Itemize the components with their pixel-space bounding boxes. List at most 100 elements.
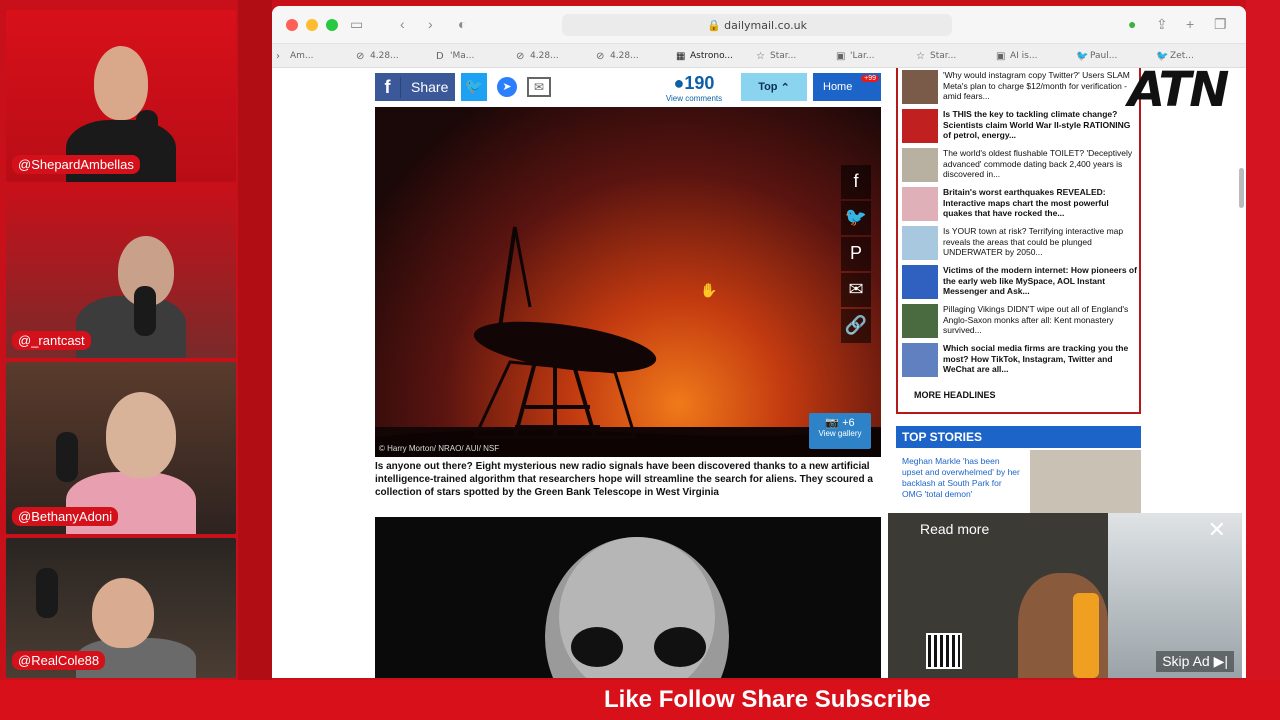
- headlines-panel: 'Why would instagram copy Twitter?' User…: [896, 68, 1141, 414]
- tab-favicon-icon: ⊘: [596, 50, 605, 61]
- top-story-text: Meghan Markle 'has been upset and overwh…: [902, 456, 1020, 499]
- alien-image[interactable]: [375, 517, 881, 678]
- qr-code: [926, 633, 962, 669]
- browser-tab[interactable]: 🐦 Zet...: [1152, 51, 1232, 61]
- zoom-window-button[interactable]: [326, 18, 338, 31]
- webcam-handle: @RealCole88: [12, 651, 106, 670]
- comments-button[interactable]: ●190 View comments: [661, 73, 727, 103]
- scrollbar[interactable]: [1239, 168, 1244, 208]
- lock-icon: 🔒: [706, 18, 725, 32]
- link-icon[interactable]: 🔗: [841, 309, 871, 343]
- headline-item[interactable]: Is THIS the key to tackling climate chan…: [898, 107, 1139, 146]
- share-bar: f Share 🐦 ➤ ✉ ●190 View comments Top ⌃ H…: [375, 73, 881, 103]
- forward-icon[interactable]: ›: [428, 16, 433, 32]
- tab-label: 4.28...: [370, 50, 399, 61]
- headline-item[interactable]: 'Why would instagram copy Twitter?' User…: [898, 68, 1139, 107]
- home-button[interactable]: Home +99: [813, 73, 881, 101]
- headline-item[interactable]: The world's oldest flushable TOILET? 'De…: [898, 146, 1139, 185]
- tab-favicon-icon: ›: [276, 50, 280, 61]
- tab-label: 'Lar...: [850, 50, 875, 61]
- tab-favicon-icon: ☆: [916, 50, 925, 61]
- article-hero-image[interactable]: © Harry Morton/ NRAO/ AUI/ NSF f 🐦 P ✉ 🔗…: [375, 107, 881, 457]
- headline-item[interactable]: Pillaging Vikings DIDN'T wipe out all of…: [898, 302, 1139, 341]
- messenger-icon[interactable]: ➤: [497, 77, 517, 97]
- webpage: f Share 🐦 ➤ ✉ ●190 View comments Top ⌃ H…: [272, 68, 1246, 678]
- tab-favicon-icon: ▣: [836, 50, 846, 61]
- comment-bubble-icon: ●: [673, 73, 685, 93]
- tab-favicon-icon: ⊘: [516, 50, 525, 61]
- back-icon[interactable]: ‹: [400, 16, 405, 32]
- top-stories-header[interactable]: TOP STORIES: [896, 426, 1141, 448]
- browser-tab[interactable]: › Am...: [272, 51, 352, 61]
- gallery-count: +6: [842, 417, 855, 429]
- sidebar-icon[interactable]: ▭: [350, 16, 363, 33]
- headline-item[interactable]: Victims of the modern internet: How pion…: [898, 263, 1139, 302]
- tab-favicon-icon: ▣: [996, 50, 1006, 61]
- close-window-button[interactable]: [286, 18, 298, 31]
- headline-thumbnail: [902, 70, 938, 104]
- browser-tab[interactable]: 🐦 Paul...: [1072, 51, 1152, 61]
- share-icon[interactable]: ⇪: [1156, 16, 1168, 33]
- twitter-icon[interactable]: 🐦: [841, 201, 871, 235]
- tab-favicon-icon: ☆: [756, 50, 765, 61]
- banner-text: Like Follow Share Subscribe: [604, 686, 931, 713]
- image-credit: © Harry Morton/ NRAO/ AUI/ NSF: [379, 444, 500, 453]
- shield-icon[interactable]: ◐: [458, 16, 466, 32]
- headline-thumbnail: [902, 304, 938, 338]
- address-bar[interactable]: 🔒 dailymail.co.uk: [562, 14, 952, 36]
- skip-ad-label: Skip Ad: [1162, 653, 1210, 669]
- tab-label: Star...: [770, 50, 797, 61]
- close-icon[interactable]: ✕: [1208, 519, 1226, 541]
- minimize-window-button[interactable]: [306, 18, 318, 31]
- browser-tab[interactable]: ⊘ 4.28...: [592, 51, 672, 61]
- tab-label: Astrono...: [690, 50, 734, 61]
- browser-window: ▭ ‹ › ◐ 🔒 dailymail.co.uk ● ⇪ + ❐ › Am...…: [272, 6, 1246, 678]
- tab-favicon-icon: ▦: [676, 50, 686, 61]
- share-label: Share: [411, 79, 449, 95]
- comments-count: 190: [684, 73, 715, 93]
- skip-ad-button[interactable]: Skip Ad ▶|: [1156, 651, 1234, 672]
- headline-item[interactable]: Britain's worst earthquakes REVEALED: In…: [898, 185, 1139, 224]
- extension-icon[interactable]: ●: [1128, 16, 1136, 32]
- view-gallery-button[interactable]: 📷 +6 View gallery: [809, 413, 871, 449]
- top-story-card[interactable]: Meghan Markle 'has been upset and overwh…: [896, 450, 1141, 516]
- headline-thumbnail: [902, 226, 938, 260]
- tab-label: Star...: [930, 50, 957, 61]
- email-share-icon[interactable]: ✉: [527, 77, 551, 97]
- headline-item[interactable]: Is YOUR town at risk? Terrifying interac…: [898, 224, 1139, 263]
- gallery-label: View gallery: [818, 429, 862, 438]
- headline-text: Is THIS the key to tackling climate chan…: [943, 109, 1131, 140]
- email-icon[interactable]: ✉: [841, 273, 871, 307]
- tab-label: Am...: [290, 50, 314, 61]
- webcam-handle: @ShepardAmbellas: [12, 155, 140, 174]
- image-caption: Is anyone out there? Eight mysterious ne…: [375, 461, 873, 498]
- browser-tab[interactable]: ☆ Star...: [752, 51, 832, 61]
- browser-tab[interactable]: ⊘ 4.28...: [352, 51, 432, 61]
- browser-tab[interactable]: D 'Ma...: [432, 51, 512, 61]
- twitter-share-button[interactable]: 🐦: [461, 73, 487, 101]
- url-text: dailymail.co.uk: [724, 18, 808, 32]
- read-more-link[interactable]: Read more: [920, 521, 989, 537]
- browser-tab[interactable]: ▦ Astrono...: [672, 51, 752, 61]
- browser-tab[interactable]: ▣ 'Lar...: [832, 51, 912, 61]
- facebook-share-button[interactable]: f Share: [375, 73, 455, 101]
- webcam-handle: @_rantcast: [12, 331, 91, 350]
- webcam-3: @BethanyAdoni: [6, 362, 236, 534]
- browser-tab[interactable]: ☆ Star...: [912, 51, 992, 61]
- more-headlines-link[interactable]: MORE HEADLINES: [914, 390, 996, 400]
- headline-thumbnail: [902, 187, 938, 221]
- tab-overview-icon[interactable]: ❐: [1214, 16, 1227, 33]
- browser-tab[interactable]: ▣ AI is...: [992, 51, 1072, 61]
- stream-background-stripe: [238, 0, 272, 680]
- chevron-up-icon: ⌃: [780, 81, 790, 94]
- browser-tab[interactable]: ⊘ 4.28...: [512, 51, 592, 61]
- video-ad[interactable]: Read more ✕ Skip Ad ▶|: [888, 513, 1242, 678]
- camera-icon: 📷: [825, 417, 840, 429]
- new-tab-icon[interactable]: +: [1186, 16, 1194, 32]
- pinterest-icon[interactable]: P: [841, 237, 871, 271]
- comments-label: View comments: [665, 94, 723, 103]
- facebook-icon[interactable]: f: [841, 165, 871, 199]
- tab-label: 'Ma...: [450, 50, 475, 61]
- top-button[interactable]: Top ⌃: [741, 73, 807, 101]
- headline-item[interactable]: Which social media firms are tracking yo…: [898, 341, 1139, 380]
